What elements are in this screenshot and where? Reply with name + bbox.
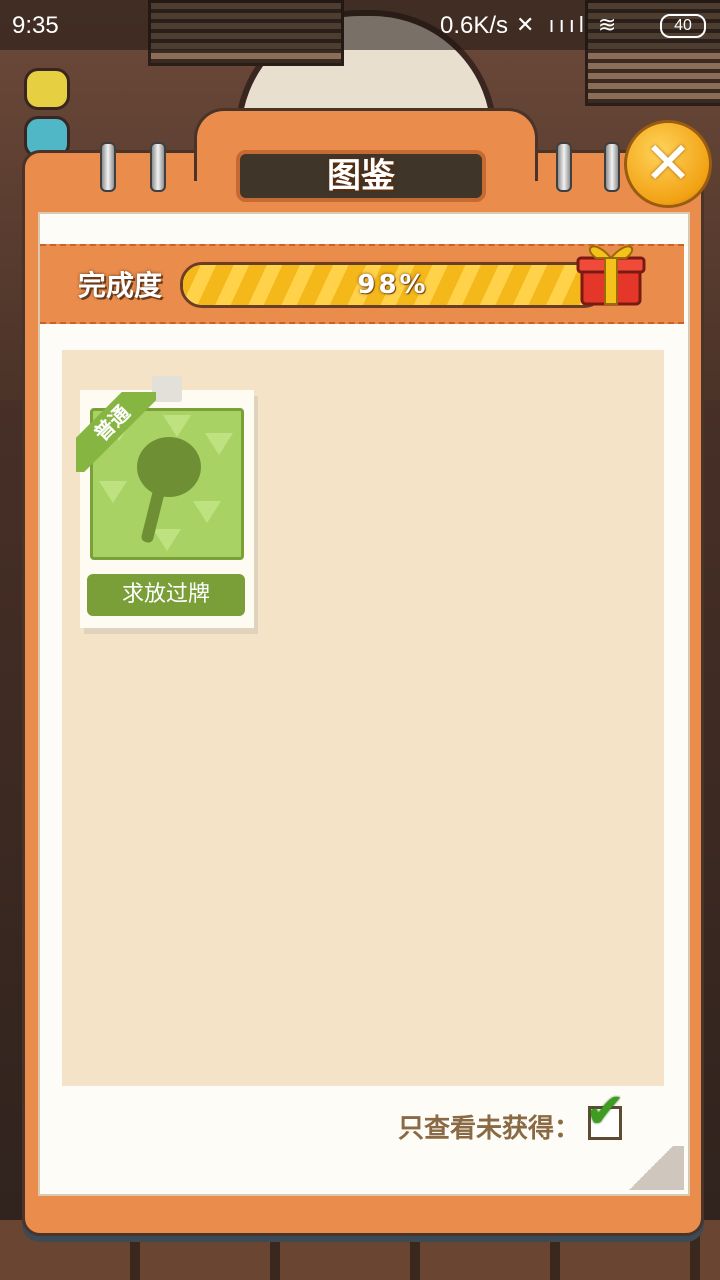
filter-unobtained-label: 只查看未获得： xyxy=(398,1114,581,1144)
checkmark-icon: ✔ xyxy=(585,1083,626,1139)
binder-ring-icon xyxy=(556,142,572,192)
binder-ring-icon xyxy=(150,142,166,192)
card-clip xyxy=(152,376,182,402)
battery-icon: 40 xyxy=(660,14,706,38)
filter-unobtained-checkbox[interactable]: ✔ xyxy=(585,1083,625,1140)
status-network-speed: 0.6K/s xyxy=(440,12,509,39)
progress-value: 98% xyxy=(357,270,429,300)
gift-icon[interactable] xyxy=(574,238,648,308)
close-button[interactable]: ✕ xyxy=(624,120,712,208)
rarity-label: 普通 xyxy=(76,392,156,472)
card-name-button[interactable]: 求放过牌 xyxy=(87,574,245,616)
page-curl xyxy=(618,1146,684,1190)
lantern-icon xyxy=(24,68,70,110)
close-icon: ✕ xyxy=(643,129,693,197)
panel-title: 图鉴 xyxy=(236,150,486,202)
progress-label: 完成度 xyxy=(78,269,163,302)
rarity-ribbon: 普通 xyxy=(76,392,156,472)
status-icons: ✕ ıııl ≋ xyxy=(516,12,621,37)
status-bar: 9:35 0.6K/s ✕ ıııl ≋ 40 xyxy=(0,0,720,50)
binder-ring-icon xyxy=(100,142,116,192)
status-time: 9:35 xyxy=(12,12,59,39)
binder-ring-icon xyxy=(604,142,620,192)
